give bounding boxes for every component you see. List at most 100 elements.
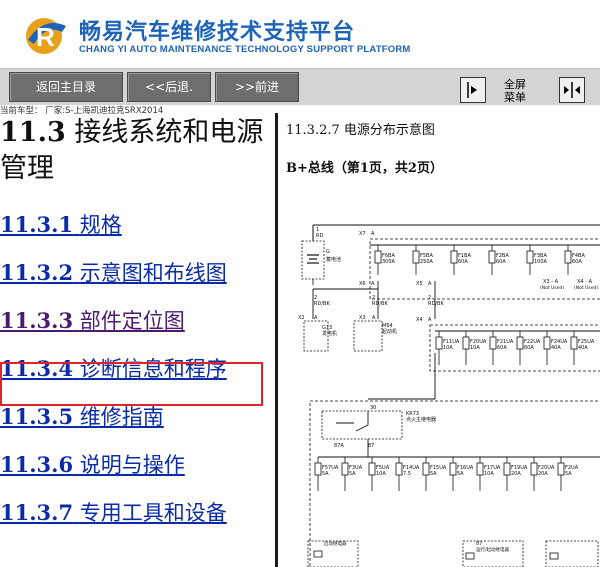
toc-item-description-operation[interactable]: 11.3.6 说明与操作	[0, 451, 275, 499]
fuse-f57ua: F57UA5A	[314, 457, 339, 491]
fullscreen-button[interactable]	[559, 77, 585, 103]
fuse-f15ua: F15UA5A	[422, 457, 447, 491]
starter-label: 起动机	[382, 328, 397, 335]
battery: 1 RD 蓄电池 G	[301, 227, 341, 285]
battery-label: 蓄电池	[326, 256, 341, 263]
connector-x6-pin: A	[371, 281, 375, 287]
start-relay: 启动继电器	[307, 540, 359, 567]
fuse-amp: 40A	[551, 345, 561, 351]
connector-x5-label: X5	[416, 281, 423, 287]
fuse-amp: 60A	[458, 259, 468, 265]
x4-not-used-label: (Not Used)	[574, 285, 598, 291]
fuse-f4ba: F4BA60A	[564, 245, 585, 275]
relay1-pin-30: 30	[370, 405, 376, 411]
fuse-f14ua: F14UA7.5	[395, 457, 420, 491]
fuse-amp: 5A	[457, 471, 464, 477]
fuse-amp: 60A	[572, 259, 582, 265]
collapse-menu-button[interactable]	[460, 77, 486, 103]
x4-wire-color: RD/BK	[428, 301, 444, 307]
fuse-f1ba: F1BA60A	[450, 245, 471, 275]
app-header: R 畅易汽车维修技术支持平台 CHANG YI AUTO MAINTENANCE…	[0, 0, 600, 68]
fuse-f22ua: F22UA60A	[516, 331, 541, 365]
fuse-amp: 5A	[565, 471, 572, 477]
fuse-amp: 5A	[349, 471, 356, 477]
expand-icon	[564, 82, 580, 98]
toc-item-specs[interactable]: 11.3.1 规格	[0, 211, 275, 259]
toolbar: 返回主目录 <<后退. >>前进 全屏 菜单	[0, 68, 600, 105]
connector-x6-label: X6	[359, 281, 366, 287]
logo-letter: R	[36, 22, 55, 52]
starter-wire-color: RD/BK	[372, 301, 388, 307]
fuse-amp: 40A	[578, 345, 588, 351]
back-to-main-button[interactable]: 返回主目录	[9, 72, 123, 102]
fullscreen-label-line2: 菜单	[504, 91, 526, 104]
fuse-amp: 300A	[382, 259, 396, 265]
fuse-amp: 10A	[376, 471, 386, 477]
connector-x7-label: X7	[359, 231, 366, 237]
fuse-amp: 20A	[511, 471, 521, 477]
connector-x4-pin: A	[428, 317, 432, 323]
top-fuse-row: F6BA300A F5BA250A F1BA60A F2BA60A F3BA100A F4…	[374, 245, 585, 275]
fuse-f17ua: F17UA10A	[476, 457, 501, 491]
run-crank-relay: 87 运行/起动继电器	[462, 540, 524, 567]
connector-x5-pin: A	[428, 281, 432, 287]
connector-x4-label: X4	[416, 317, 423, 323]
fuse-f5ba: F5BA250A	[412, 245, 434, 275]
logo-icon: R	[26, 18, 66, 54]
generator-label: 发电机	[322, 330, 337, 337]
gen-wire-color: RD/BK	[314, 301, 330, 307]
aux-relay	[545, 540, 599, 567]
starter-pin-a: A	[372, 315, 376, 321]
toc-selection-highlight	[0, 362, 263, 406]
chapter-title: 11.3 接线系统和电源管理	[0, 115, 272, 187]
toc-panel: 11.3 接线系统和电源管理 11.3.1 规格 11.3.2 示意图和布线图 …	[0, 113, 275, 567]
connector-x3-label: X3	[359, 315, 366, 321]
battery-code: G	[326, 249, 330, 255]
fuse-amp: 60A	[496, 259, 506, 265]
toc-item-component-locators[interactable]: 11.3.3 部件定位图	[0, 307, 275, 355]
brand-title-en: CHANG YI AUTO MAINTENANCE TECHNOLOGY SUP…	[79, 44, 411, 55]
x3-not-used-label: (Not Used)	[540, 285, 564, 291]
fuse-f2ua: F2UA5A	[557, 457, 579, 491]
starter-box	[353, 320, 383, 352]
relay2-label: 启动继电器	[324, 540, 347, 547]
fuse-f19ua: F19UA20A	[503, 457, 528, 491]
relay1-pin-87a: 87A	[334, 443, 344, 449]
fuse-f16ua: F16UA5A	[449, 457, 474, 491]
connector-x7-pin: A	[371, 231, 375, 237]
fuse-amp: 5A	[322, 471, 329, 477]
connector-x2-label: X2	[298, 315, 305, 321]
fuse-amp: 10A	[484, 471, 494, 477]
arrow-right-icon	[467, 82, 477, 98]
fuse-amp: 60A	[497, 345, 507, 351]
fuse-amp: 250A	[420, 259, 434, 265]
brand-title-cn: 畅易汽车维修技术支持平台	[79, 20, 356, 45]
chapter-number: 11.3	[0, 117, 66, 148]
fuse-f2ba: F2BA60A	[488, 245, 509, 275]
fullscreen-label-line1: 全屏	[504, 78, 526, 91]
middle-fuse-row: F11UA10AF20UA10AF21UA60AF22UA60AF24UA40A…	[435, 331, 595, 365]
x4-a-label: X4 - A	[577, 279, 593, 285]
fuse-f25ua: F25UA40A	[570, 331, 595, 365]
x3-a-label: X3 - A	[543, 279, 559, 285]
fuse-f5ua: F5UA10A	[368, 457, 390, 491]
fuse-amp: 10A	[443, 345, 453, 351]
battery-wire-color: RD	[316, 233, 323, 239]
back-button[interactable]: <<后退.	[127, 72, 211, 102]
fuse-amp: 10A	[470, 345, 480, 351]
fuse-amp: 5A	[430, 471, 437, 477]
toc-item-special-tools[interactable]: 11.3.7 专用工具和设备	[0, 499, 275, 547]
fuse-f21ua: F21UA60A	[489, 331, 514, 365]
fuse-f3ba: F3BA100A	[526, 245, 548, 275]
fuse-f20ua: F20UA10A	[462, 331, 487, 365]
toc-item-repair-guide[interactable]: 11.3.5 维修指南	[0, 403, 275, 451]
fullscreen-menu-label[interactable]: 全屏 菜单	[504, 78, 544, 104]
relay3-pin-87: 87	[476, 541, 482, 547]
toc-item-schematics[interactable]: 11.3.2 示意图和布线图	[0, 259, 275, 307]
relay1-label: 点火主继电器	[406, 416, 436, 423]
fuse-amp: 7.5	[403, 471, 411, 477]
forward-button[interactable]: >>前进	[215, 72, 299, 102]
fuse-f6ba: F6BA300A	[374, 245, 396, 275]
power-distribution-diagram: 1 RD 蓄电池 G X7 A F6BA300AF5BA250AF1BA60AF…	[298, 224, 600, 567]
generator-pin-a: A	[314, 315, 318, 321]
